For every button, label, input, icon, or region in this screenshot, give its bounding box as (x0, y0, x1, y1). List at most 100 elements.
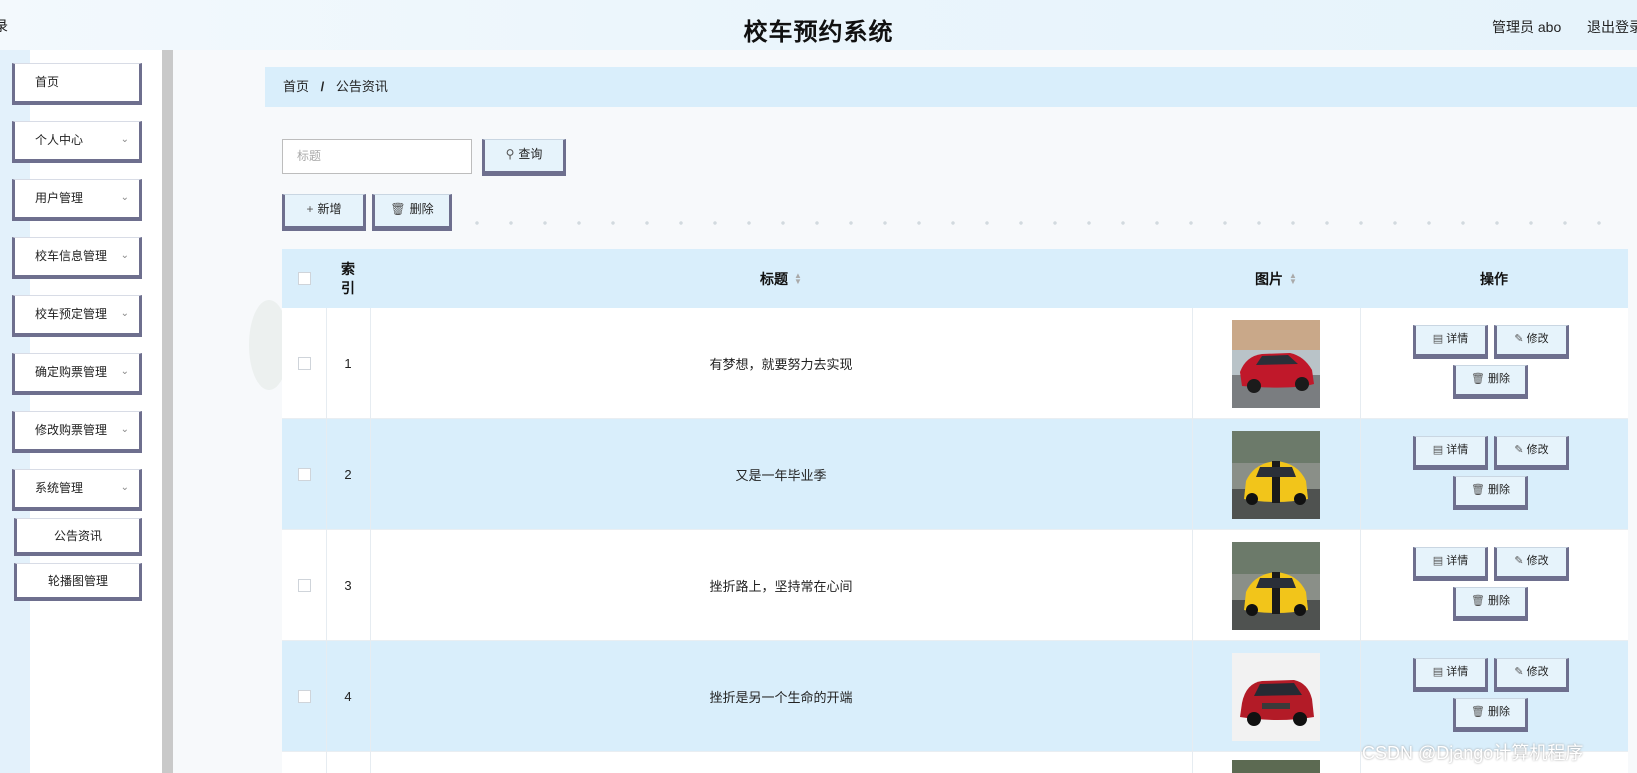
checkbox[interactable] (297, 357, 311, 370)
sidebar-item-label: 首页 (35, 75, 60, 89)
sort-icon[interactable]: ▲ ▼ (1289, 271, 1297, 285)
sidebar-item-label: 修改购票管理 (35, 423, 108, 437)
search-placeholder: 标题 (297, 149, 322, 163)
delete-button-label: 删除 (1487, 595, 1510, 607)
sidebar-item-users[interactable]: 用户管理 ⌄ (12, 179, 142, 221)
search-button[interactable]: ⚲ 查询 (482, 139, 566, 176)
detail-button[interactable]: ▤ 详情 (1413, 547, 1488, 581)
header-image[interactable]: 图片 ▲ ▼ (1192, 249, 1360, 308)
title-search-input[interactable]: 标题 (282, 139, 472, 174)
search-icon: ⚲ (505, 147, 515, 161)
trash-icon: 🗑 (1471, 706, 1485, 718)
add-button[interactable]: + 新增 (282, 194, 366, 231)
delete-button[interactable]: 🗑 删除 (1453, 476, 1528, 510)
edit-button[interactable]: ✎ 修改 (1494, 436, 1569, 470)
row-select[interactable] (282, 530, 326, 641)
chevron-down-icon: ⌄ (120, 134, 129, 145)
trash-icon: 🗑 (1471, 484, 1485, 496)
edit-button[interactable]: ✎ 修改 (1494, 325, 1569, 359)
detail-button[interactable]: ▤ 详情 (1413, 658, 1488, 692)
edit-button[interactable]: ✎ 修改 (1494, 658, 1569, 692)
checkbox[interactable] (297, 468, 311, 481)
logout-link[interactable]: 退出登录 (1587, 17, 1637, 37)
delete-button[interactable]: 🗑 删除 (1453, 698, 1528, 732)
sidebar-item-modify-ticket[interactable]: 修改购票管理 ⌄ (12, 411, 142, 453)
checkbox[interactable] (297, 690, 311, 703)
row-select[interactable] (282, 641, 326, 752)
row-index: 3 (344, 578, 352, 593)
batch-delete-button[interactable]: 🗑 删除 (372, 194, 452, 231)
delete-button-label: 删除 (1487, 706, 1510, 718)
header-index-label: 索引 (341, 260, 355, 296)
sidebar-item-label: 校车信息管理 (35, 249, 108, 263)
table-row: 4 挫折是另一个生命的开端 ▤ 详情 ✎ 修改 🗑 删除 (282, 641, 1628, 752)
chevron-down-icon: ⌄ (120, 308, 129, 319)
row-index: 4 (344, 689, 352, 704)
sidebar-item-home[interactable]: 首页 (12, 63, 142, 105)
breadcrumb-home[interactable]: 首页 (283, 79, 309, 94)
header-title[interactable]: 标题 ▲ ▼ (370, 249, 1192, 308)
chevron-down-icon: ⌄ (120, 366, 129, 377)
sidebar-item-profile[interactable]: 个人中心 ⌄ (12, 121, 142, 163)
checkbox[interactable] (297, 272, 311, 285)
sidebar-item-system[interactable]: 系统管理 ⌄ (12, 469, 142, 511)
delete-button[interactable]: 🗑 删除 (1453, 365, 1528, 399)
sidebar-item-bus-info[interactable]: 校车信息管理 ⌄ (12, 237, 142, 279)
chevron-down-icon: ⌄ (120, 482, 129, 493)
sidebar-item-confirm-ticket[interactable]: 确定购票管理 ⌄ (12, 353, 142, 395)
sidebar-item-label: 校车预定管理 (35, 307, 108, 321)
header-title-label: 标题 (760, 270, 789, 287)
header-select-all[interactable] (282, 249, 326, 308)
checkbox[interactable] (297, 579, 311, 592)
row-index: 1 (344, 356, 352, 371)
edit-button-label: 修改 (1526, 444, 1549, 456)
plus-icon: + (306, 202, 314, 216)
edit-icon: ✎ (1514, 333, 1524, 345)
row-title: 又是一年毕业季 (735, 468, 827, 483)
row-image-cell (1192, 641, 1360, 752)
edit-button[interactable]: ✎ 修改 (1494, 547, 1569, 581)
yellow-sports-car-image (1232, 430, 1320, 519)
delete-button[interactable]: 🗑 删除 (1453, 587, 1528, 621)
detail-button[interactable]: ▤ 详情 (1413, 325, 1488, 359)
trash-icon: 🗑 (1471, 373, 1485, 385)
delete-button-label: 删除 (1487, 373, 1510, 385)
edit-button-label: 修改 (1526, 555, 1549, 567)
header-actions: 操作 (1360, 249, 1628, 308)
document-icon: ▤ (1432, 666, 1444, 678)
current-user: 管理员 abo (1492, 19, 1562, 35)
row-image-cell (1192, 530, 1360, 641)
edit-icon: ✎ (1514, 555, 1524, 567)
edit-button-label: 修改 (1526, 333, 1549, 345)
row-select[interactable] (282, 419, 326, 530)
sidebar-item-label: 确定购票管理 (35, 365, 108, 379)
document-icon: ▤ (1432, 555, 1444, 567)
sidebar-item-label: 个人中心 (35, 133, 84, 147)
detail-button-label: 详情 (1446, 666, 1469, 678)
partial-image (1232, 760, 1320, 773)
row-index: 2 (344, 467, 352, 482)
row-title: 有梦想，就要努力去实现 (709, 357, 853, 372)
breadcrumb: 首页 / 公告资讯 (265, 67, 1637, 107)
trash-icon: 🗑 (1471, 595, 1485, 607)
top-header: 录 校车预约系统 管理员 abo 退出登录 (0, 0, 1637, 50)
header-image-label: 图片 (1255, 270, 1284, 287)
chevron-down-icon: ⌄ (120, 250, 129, 261)
add-button-label: 新增 (317, 202, 342, 216)
breadcrumb-separator: / (320, 79, 325, 94)
edit-icon: ✎ (1514, 666, 1524, 678)
row-select[interactable] (282, 308, 326, 419)
header-actions-label: 操作 (1480, 270, 1508, 287)
trash-icon: 🗑 (390, 202, 406, 216)
sidebar-subitem-label: 公告资讯 (53, 529, 102, 543)
sidebar-item-bus-booking[interactable]: 校车预定管理 ⌄ (12, 295, 142, 337)
detail-button-label: 详情 (1446, 333, 1469, 345)
search-button-label: 查询 (518, 147, 543, 161)
detail-button[interactable]: ▤ 详情 (1413, 436, 1488, 470)
sidebar-subitem-carousel[interactable]: 轮播图管理 (14, 563, 142, 601)
breadcrumb-current: 公告资讯 (335, 79, 388, 94)
sort-icon[interactable]: ▲ ▼ (794, 271, 802, 285)
header-index: 索引 (326, 249, 370, 308)
sidebar-subitem-announcements[interactable]: 公告资讯 (14, 518, 142, 556)
sidebar-item-label: 系统管理 (35, 481, 84, 495)
